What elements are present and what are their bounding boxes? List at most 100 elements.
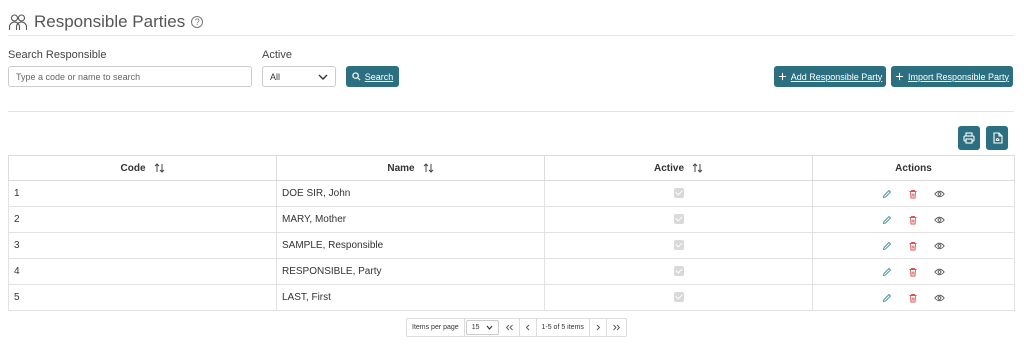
table-header-row: Code Name Active Actions	[8, 155, 1015, 181]
table-row: 5 LAST, First	[8, 284, 1015, 311]
column-header-code[interactable]: Code	[8, 155, 277, 181]
pencil-icon	[882, 267, 892, 276]
edit-button[interactable]	[882, 189, 892, 199]
page-size-select[interactable]: 15	[465, 320, 499, 335]
delete-button[interactable]	[908, 241, 918, 251]
edit-button[interactable]	[882, 215, 892, 225]
cell-actions	[812, 206, 1015, 233]
cell-active	[544, 258, 813, 285]
cell-active	[544, 206, 813, 233]
chevron-left-icon	[525, 324, 529, 331]
import-button-label: Import Responsible Party	[907, 71, 1010, 82]
page-size-value: 15	[471, 324, 480, 331]
add-responsible-party-button[interactable]: Add Responsible Party	[774, 66, 886, 87]
trash-icon	[909, 293, 917, 302]
sort-icon	[154, 163, 164, 173]
users-icon	[8, 14, 28, 30]
pencil-icon	[882, 215, 892, 224]
view-button[interactable]	[934, 268, 945, 276]
cell-active	[544, 284, 813, 311]
active-select[interactable]: All	[262, 66, 336, 87]
edit-button[interactable]	[882, 267, 892, 277]
view-button[interactable]	[934, 294, 945, 302]
cell-code: 4	[8, 258, 277, 285]
delete-button[interactable]	[908, 189, 918, 199]
eye-icon	[934, 268, 945, 275]
active-select-value: All	[270, 71, 281, 82]
chevron-right-icon	[596, 324, 601, 331]
active-checkbox	[673, 292, 684, 303]
cell-code: 1	[8, 180, 277, 207]
cell-code: 3	[8, 232, 277, 259]
chevron-down-icon	[318, 74, 328, 80]
trash-icon	[909, 241, 917, 250]
view-button[interactable]	[934, 190, 945, 198]
view-button[interactable]	[934, 216, 945, 224]
search-input[interactable]	[8, 66, 252, 87]
column-header-active[interactable]: Active	[544, 155, 813, 181]
last-page-button[interactable]	[607, 319, 626, 336]
eye-icon	[934, 190, 945, 197]
table-row: 1 DOE SIR, John	[8, 180, 1015, 207]
export-pdf-button[interactable]	[986, 126, 1008, 150]
search-icon	[352, 72, 361, 81]
table-row: 3 SAMPLE, Responsible	[8, 232, 1015, 259]
pencil-icon	[882, 241, 892, 250]
cell-code: 5	[8, 284, 277, 311]
plus-icon	[895, 72, 904, 81]
delete-button[interactable]	[908, 293, 918, 303]
cell-actions	[812, 284, 1015, 311]
cell-name: SAMPLE, Responsible	[276, 232, 545, 259]
trash-icon	[909, 267, 917, 276]
trash-icon	[909, 215, 917, 224]
column-header-name[interactable]: Name	[276, 155, 545, 181]
active-checkbox	[673, 240, 684, 251]
cell-code: 2	[8, 206, 277, 233]
pagination: Items per page 15 1-5 of 5 items	[406, 318, 627, 337]
active-checkbox	[673, 188, 684, 199]
edit-button[interactable]	[882, 293, 892, 303]
question-circle-icon[interactable]: ?	[191, 16, 204, 28]
previous-page-button[interactable]	[520, 319, 537, 336]
pencil-icon	[882, 293, 892, 302]
pdf-file-icon	[992, 132, 1003, 144]
delete-button[interactable]	[908, 267, 918, 277]
active-checkbox	[673, 214, 684, 225]
double-chevron-right-icon	[613, 324, 621, 331]
pencil-icon	[882, 189, 892, 198]
edit-button[interactable]	[882, 241, 892, 251]
import-responsible-party-button[interactable]: Import Responsible Party	[891, 66, 1013, 87]
chevron-down-icon	[486, 325, 492, 330]
active-label: Active	[262, 49, 292, 61]
header-divider	[8, 35, 1014, 36]
search-button[interactable]: Search	[346, 66, 399, 87]
cell-actions	[812, 258, 1015, 285]
page-range: 1-5 of 5 items	[537, 319, 590, 336]
eye-icon	[934, 242, 945, 249]
table-row: 4 RESPONSIBLE, Party	[8, 258, 1015, 285]
delete-button[interactable]	[908, 215, 918, 225]
cell-active	[544, 180, 813, 207]
column-header-actions: Actions	[812, 155, 1015, 181]
double-chevron-left-icon	[505, 324, 513, 331]
cell-name: DOE SIR, John	[276, 180, 545, 207]
eye-icon	[934, 216, 945, 223]
printer-icon	[963, 132, 975, 144]
view-button[interactable]	[934, 242, 945, 250]
cell-name: LAST, First	[276, 284, 545, 311]
next-page-button[interactable]	[590, 319, 607, 336]
print-button[interactable]	[958, 126, 980, 150]
plus-icon	[778, 72, 786, 81]
add-button-label: Add Responsible Party	[790, 71, 883, 82]
cell-actions	[812, 232, 1015, 259]
cell-name: MARY, Mother	[276, 206, 545, 233]
eye-icon	[934, 294, 945, 301]
first-page-button[interactable]	[500, 319, 520, 336]
trash-icon	[909, 189, 917, 198]
sort-icon	[423, 163, 433, 173]
filters-divider	[8, 111, 1014, 112]
cell-active	[544, 232, 813, 259]
table-row: 2 MARY, Mother	[8, 206, 1015, 233]
items-per-page-label: Items per page	[407, 319, 465, 336]
search-button-label: Search	[364, 71, 394, 82]
